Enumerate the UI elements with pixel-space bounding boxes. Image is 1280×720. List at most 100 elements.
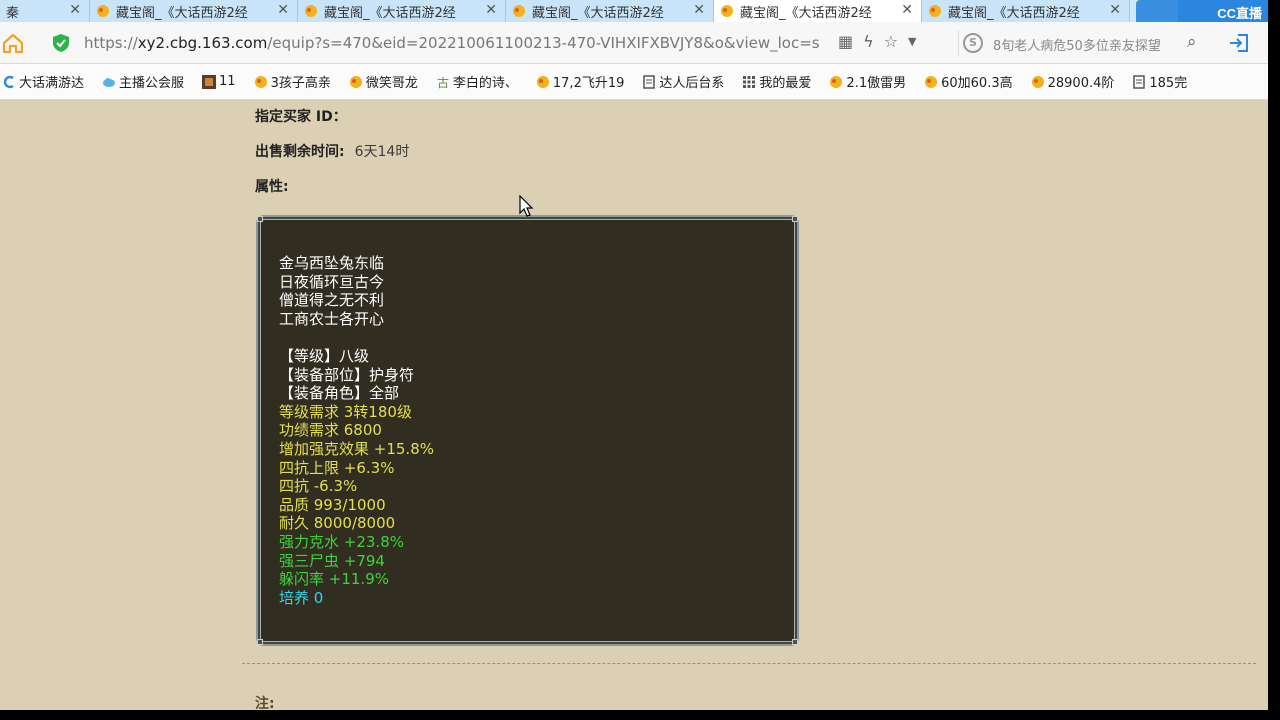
poem-line: 工商农士各开心 — [279, 309, 385, 328]
search-box[interactable]: S 8旬老人病危50多位亲友探望 ⌕ — [958, 30, 1220, 56]
home-icon[interactable] — [2, 32, 24, 54]
culture-line: 培养 0 — [279, 588, 324, 607]
star-bookmark-icon[interactable]: ☆ — [884, 32, 898, 51]
grade-line: 【等级】八级 — [279, 346, 370, 365]
search-engine-icon: S — [963, 33, 983, 53]
bookmark-label: 主播公会服 — [119, 76, 185, 91]
qr-code-icon[interactable]: ▦ — [838, 32, 853, 51]
tab-2[interactable]: 藏宝阁_《大话西游2经 ✕ — [298, 0, 506, 22]
bookmark-label: 微笑哥龙 — [365, 76, 418, 91]
level-requirement: 等级需求 3转180级 — [279, 402, 412, 421]
slot-line: 【装备部位】护身符 — [279, 365, 415, 384]
search-suggestion: 8旬老人病危50多位亲友探望 — [993, 39, 1161, 54]
tab-title: 藏宝阁_《大话西游2经 — [948, 5, 1080, 21]
cc-live-brand-text: CC直播 — [1217, 6, 1262, 21]
bookmark-label: 大话满游达 — [19, 76, 85, 91]
search-icon[interactable]: ⌕ — [1187, 32, 1197, 52]
tab-0[interactable]: 秦 ✕ — [0, 0, 90, 22]
bookmark-item[interactable]: 17,2飞升19 — [536, 72, 625, 91]
tab-strip: 秦 ✕ 藏宝阁_《大话西游2经 ✕ 藏宝阁_《大话西游2经 ✕ 藏宝阁_《大话西… — [0, 0, 1268, 22]
mouse-cursor-icon — [519, 195, 534, 217]
bookmark-item[interactable]: 我的最爱 — [742, 72, 811, 91]
cc-live-logo: CC直播 — [1178, 0, 1268, 22]
bookmark-label: 3孩子高亲 — [270, 76, 331, 91]
tab-4-active[interactable]: 藏宝阁_《大话西游2经 ✕ — [714, 0, 922, 22]
close-tab-icon[interactable]: ✕ — [901, 2, 913, 18]
cbg-favicon-icon — [254, 75, 267, 88]
document-icon — [643, 74, 656, 89]
special-stat-line: 躲闪率 +11.9% — [279, 570, 389, 589]
cbg-favicon-icon — [925, 75, 938, 88]
special-stat-line: 强力克水 +23.8% — [279, 532, 404, 551]
cbg-favicon-icon — [536, 75, 549, 88]
buyer-id-label: 指定买家 ID： — [255, 109, 347, 125]
quality-line: 品质 993/1000 — [279, 495, 386, 514]
durability-line: 耐久 8000/8000 — [279, 514, 396, 533]
close-tab-icon[interactable]: ✕ — [69, 2, 81, 18]
tab-title: 藏宝阁_《大话西游2经 — [740, 5, 872, 21]
poem-line: 日夜循环亘古今 — [279, 272, 385, 291]
bookmark-item[interactable]: 2.1傲雷男 — [829, 72, 906, 91]
close-tab-icon[interactable]: ✕ — [693, 2, 705, 18]
tab-1[interactable]: 藏宝阁_《大话西游2经 ✕ — [90, 0, 298, 22]
lightning-icon[interactable]: ϟ — [863, 32, 874, 51]
address-actions: ▦ ϟ ☆ ▼ — [838, 32, 917, 51]
panel-corner — [792, 216, 798, 222]
cloud-icon — [103, 77, 116, 87]
equipment-tooltip-panel: 金乌西坠兔东临 日夜循环亘古今 僧道得之无不利 工商农士各开心 【等级】八级 【… — [256, 215, 799, 646]
tab-title: 藏宝阁_《大话西游2经 — [324, 5, 456, 21]
close-tab-icon[interactable]: ✕ — [1109, 2, 1121, 18]
bookmark-item[interactable]: 3孩子高亲 — [254, 72, 331, 91]
bookmark-item[interactable]: 微笑哥龙 — [349, 72, 418, 91]
bookmark-item[interactable]: 大话满游达 — [2, 72, 84, 91]
tab-5[interactable]: 藏宝阁_《大话西游2经 ✕ — [922, 0, 1130, 22]
url-protocol: https:// — [84, 34, 138, 52]
tab-title: 藏宝阁_《大话西游2经 — [532, 5, 664, 21]
attributes-label: 属性: — [255, 179, 289, 195]
cbg-favicon-icon — [929, 5, 941, 17]
bookmark-label: 李白的诗、 — [452, 76, 518, 91]
tooltip-text: 金乌西坠兔东临 日夜循环亘古今 僧道得之无不利 工商农士各开心 【等级】八级 【… — [279, 254, 434, 607]
url-path: /equip?s=470&eid=202210061100213-470-VIH… — [267, 34, 820, 52]
panel-corner — [257, 639, 263, 645]
bookmark-label: 2.1傲雷男 — [846, 76, 907, 91]
special-stat-line: 强三尸虫 +794 — [279, 551, 385, 570]
bookmark-label: 17,2飞升19 — [552, 76, 625, 91]
bookmark-label: 我的最爱 — [759, 76, 812, 91]
cbg-favicon-icon — [721, 5, 733, 17]
svg-text:古: 古 — [437, 75, 449, 89]
bookmark-item[interactable]: 28900.4阶 — [1031, 72, 1114, 91]
remaining-time-value: 6天14时 — [354, 144, 410, 160]
cbg-favicon-icon — [513, 5, 525, 17]
role-line: 【装备角色】全部 — [279, 384, 400, 403]
panel-corner — [257, 216, 263, 222]
poem-line: 僧道得之无不利 — [279, 291, 385, 310]
bookmark-item[interactable]: 主播公会服 — [102, 72, 184, 91]
browser-window: 秦 ✕ 藏宝阁_《大话西游2经 ✕ 藏宝阁_《大话西游2经 ✕ 藏宝阁_《大话西… — [0, 0, 1268, 710]
stat-line: 增加强克效果 +15.8% — [279, 439, 434, 458]
bookmark-item[interactable]: 古李白的诗、 — [436, 72, 518, 92]
c-logo-icon — [3, 75, 14, 88]
url-input[interactable]: https://xy2.cbg.163.com/equip?s=470&eid=… — [84, 34, 834, 52]
bookmark-label: 11 — [219, 74, 236, 89]
grid-apps-icon — [743, 75, 756, 88]
chevron-down-icon[interactable]: ▼ — [908, 32, 916, 51]
bookmark-item[interactable]: 185完 — [1132, 72, 1187, 91]
poem-line: 金乌西坠兔东临 — [279, 254, 385, 272]
remaining-time-label: 出售剩余时间: — [255, 144, 345, 160]
bookmark-item[interactable]: 11 — [202, 74, 236, 89]
close-tab-icon[interactable]: ✕ — [277, 2, 289, 18]
close-tab-icon[interactable]: ✕ — [485, 2, 497, 18]
remaining-time-row: 出售剩余时间: 6天14时 — [255, 141, 409, 161]
tab-3[interactable]: 藏宝阁_《大话西游2经 ✕ — [506, 0, 714, 22]
login-icon[interactable] — [1228, 33, 1250, 53]
bookmark-item[interactable]: 达人后台系 — [642, 72, 724, 91]
address-bar: https://xy2.cbg.163.com/equip?s=470&eid=… — [0, 22, 1268, 64]
note-label: 注: — [255, 696, 275, 710]
security-shield-icon[interactable] — [52, 33, 70, 53]
screen-edge — [1268, 0, 1280, 720]
bookmarks-bar: 大话满游达 主播公会服 11 3孩子高亲 微笑哥龙 古李白的诗、 17,2飞升1… — [0, 64, 1268, 100]
panel-corner — [792, 639, 798, 645]
bookmark-item[interactable]: 60加60.3高 — [924, 72, 1013, 91]
